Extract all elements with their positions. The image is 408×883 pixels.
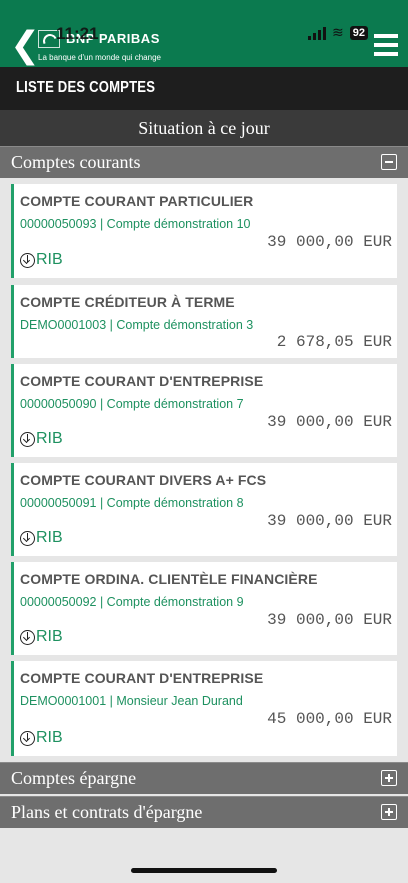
account-name: COMPTE COURANT D'ENTREPRISE <box>20 373 264 389</box>
expand-icon[interactable] <box>381 770 397 786</box>
rib-label: RIB <box>36 628 63 645</box>
download-icon <box>20 252 35 268</box>
collapse-icon[interactable] <box>381 154 397 170</box>
wifi-icon: ≋ <box>332 25 344 41</box>
section-label: Comptes épargne <box>11 768 137 788</box>
rib-download-button[interactable]: RIB <box>20 430 63 448</box>
account-card[interactable]: COMPTE COURANT DIVERS A+ FCS 00000050091 … <box>11 463 397 556</box>
account-card[interactable]: COMPTE COURANT D'ENTREPRISE DEMO0001001 |… <box>11 661 397 756</box>
account-card[interactable]: COMPTE ORDINA. CLIENTÈLE FINANCIÈRE 00000… <box>11 562 397 655</box>
account-number: DEMO0001001 | Monsieur Jean Durand <box>20 694 243 708</box>
account-balance: 39 000,00 EUR <box>267 611 392 629</box>
account-card[interactable]: COMPTE COURANT D'ENTREPRISE 00000050090 |… <box>11 364 397 457</box>
account-number: 00000050092 | Compte démonstration 9 <box>20 595 244 609</box>
account-balance: 45 000,00 EUR <box>267 710 392 728</box>
status-time: 11:21 <box>56 24 99 43</box>
battery-icon: 92 <box>349 26 368 40</box>
rib-download-button[interactable]: RIB <box>20 628 63 646</box>
rib-download-button[interactable]: RIB <box>20 529 63 547</box>
account-number: 00000050093 | Compte démonstration 10 <box>20 217 251 231</box>
account-name: COMPTE ORDINA. CLIENTÈLE FINANCIÈRE <box>20 571 318 587</box>
rib-label: RIB <box>36 430 63 447</box>
home-indicator[interactable] <box>131 868 277 873</box>
account-balance: 39 000,00 EUR <box>267 233 392 251</box>
account-name: COMPTE COURANT DIVERS A+ FCS <box>20 472 267 488</box>
rib-label: RIB <box>36 251 63 268</box>
status-icons: ≋ 92 <box>308 25 368 41</box>
download-icon <box>20 431 35 447</box>
account-number: DEMO0001003 | Compte démonstration 3 <box>20 318 254 332</box>
rib-label: RIB <box>36 529 63 546</box>
account-card[interactable]: COMPTE COURANT PARTICULIER 00000050093 | … <box>11 184 397 278</box>
section-label: Comptes courants <box>11 152 141 172</box>
account-number: 00000050090 | Compte démonstration 7 <box>20 397 244 411</box>
account-card[interactable]: COMPTE CRÉDITEUR À TERME DEMO0001003 | Co… <box>11 285 397 358</box>
rib-download-button[interactable]: RIB <box>20 251 63 269</box>
signal-icon <box>308 26 327 40</box>
app-header: ❮ BNP PARIBAS La banque d'un monde qui c… <box>0 0 408 67</box>
page-title-bar: LISTE DES COMPTES <box>0 67 408 110</box>
menu-icon[interactable] <box>374 34 398 56</box>
section-comptes-courants[interactable]: Comptes courants <box>0 146 408 178</box>
rib-download-button[interactable]: RIB <box>20 729 63 747</box>
account-balance: 2 678,05 EUR <box>276 333 392 351</box>
download-icon <box>20 730 35 746</box>
account-number: 00000050091 | Compte démonstration 8 <box>20 496 244 510</box>
section-plans-epargne[interactable]: Plans et contrats d'épargne <box>0 796 408 828</box>
page-title: LISTE DES COMPTES <box>16 79 156 96</box>
section-label: Plans et contrats d'épargne <box>11 802 203 822</box>
account-name: COMPTE COURANT PARTICULIER <box>20 193 254 209</box>
back-arrow-icon[interactable]: ❮ <box>10 28 40 64</box>
download-icon <box>20 629 35 645</box>
expand-icon[interactable] <box>381 804 397 820</box>
section-comptes-epargne[interactable]: Comptes épargne <box>0 762 408 794</box>
download-icon <box>20 530 35 546</box>
rib-label: RIB <box>36 729 63 746</box>
situation-label: Situation à ce jour <box>0 110 408 146</box>
account-name: COMPTE CRÉDITEUR À TERME <box>20 294 235 310</box>
bottom-area <box>0 829 408 883</box>
bank-tagline: La banque d'un monde qui change <box>38 53 161 62</box>
account-name: COMPTE COURANT D'ENTREPRISE <box>20 670 264 686</box>
account-balance: 39 000,00 EUR <box>267 512 392 530</box>
account-balance: 39 000,00 EUR <box>267 413 392 431</box>
